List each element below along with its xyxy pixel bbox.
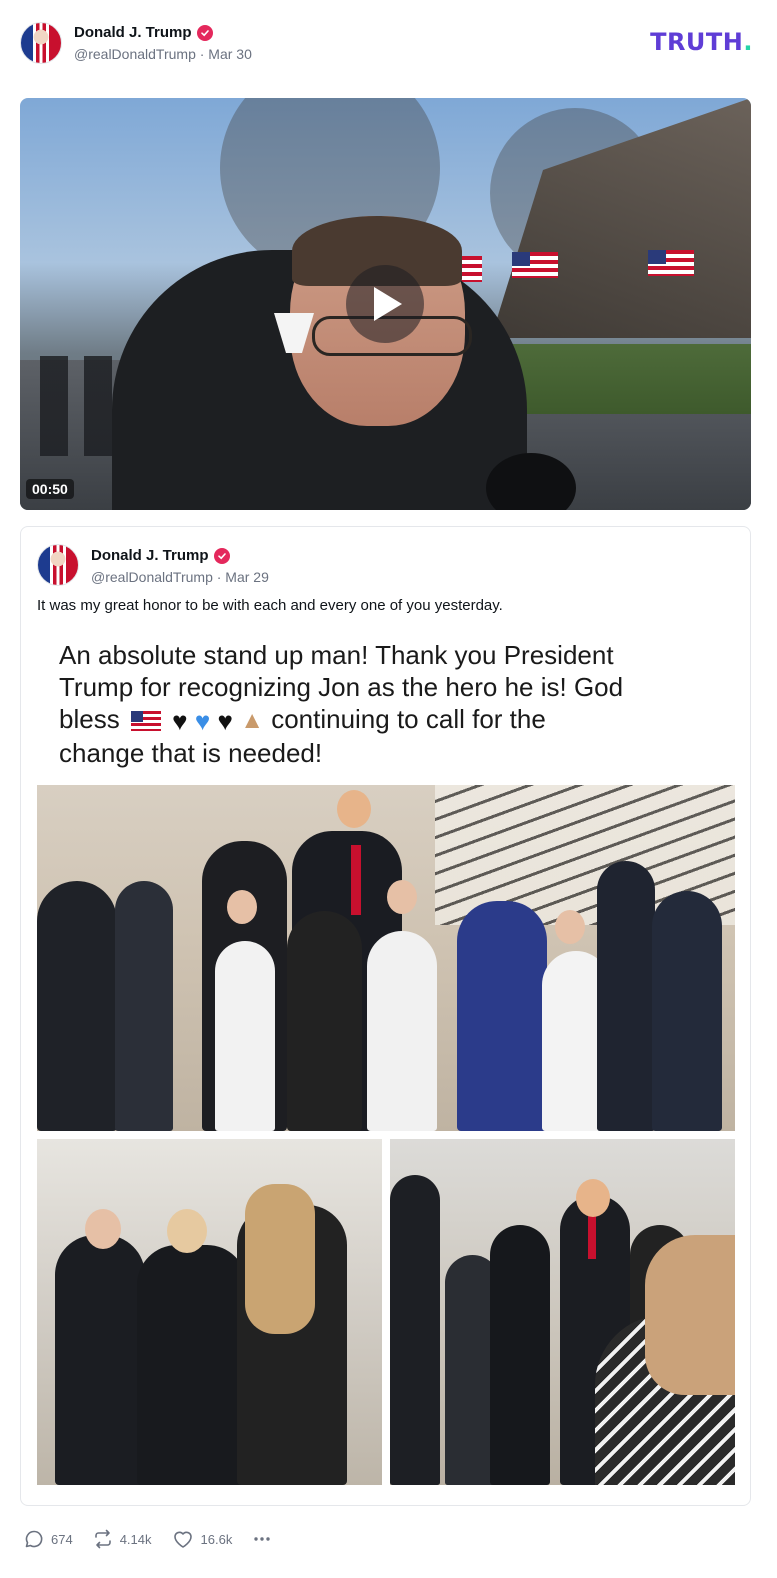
caption-words: continuing to call for the	[271, 704, 546, 734]
quoted-author-display-name[interactable]: Donald J. Trump	[91, 547, 209, 564]
child-white-shirt	[215, 941, 275, 1131]
child-blue-dress	[457, 901, 547, 1131]
like-button[interactable]: 16.6k	[172, 1529, 233, 1549]
retruth-count: 4.14k	[119, 1531, 152, 1547]
video-player[interactable]: 00:50	[20, 98, 751, 510]
quoted-author-avatar[interactable]	[37, 544, 79, 586]
person-head	[85, 1209, 121, 1249]
verified-badge-icon	[213, 547, 230, 564]
standing-person	[390, 1175, 440, 1485]
play-icon	[374, 287, 402, 321]
truth-social-logo[interactable]: TRUTH.	[650, 28, 753, 56]
retruth-icon	[94, 1529, 111, 1549]
person-head	[167, 1209, 207, 1253]
praying-hands-icon: ▲	[240, 707, 264, 735]
us-flag	[648, 250, 694, 276]
standing-person	[115, 881, 173, 1131]
person-head	[555, 910, 585, 944]
standing-person	[55, 1235, 145, 1485]
logo-dot: .	[743, 28, 753, 56]
post-actions: 674 4.14k 16.6k	[24, 1526, 272, 1552]
long-hair	[245, 1184, 315, 1334]
like-count: 16.6k	[200, 1531, 233, 1547]
greeting-photo	[390, 1139, 735, 1485]
author-handle-date[interactable]: @realDonaldTrump · Mar 30	[74, 46, 252, 62]
black-heart-icon: ♥	[172, 706, 188, 737]
person-head	[387, 880, 417, 914]
reply-count: 674	[51, 1531, 73, 1547]
blue-heart-icon: ♥	[194, 706, 211, 737]
caption-word: bless	[59, 704, 120, 734]
long-hair	[645, 1235, 735, 1395]
quoted-author-name-row: Donald J. Trump	[91, 547, 230, 564]
group-photo	[37, 785, 735, 1131]
caption-line-emoji: bless ♥ ♥ ♥ ▲ continuing to call for the	[59, 703, 699, 737]
person-head	[576, 1179, 610, 1217]
retruth-button[interactable]: 4.14k	[93, 1529, 152, 1549]
author-avatar[interactable]	[20, 22, 62, 64]
standing-person	[490, 1225, 550, 1485]
child-dark-dress	[287, 911, 362, 1131]
person-head	[227, 890, 257, 924]
child-white-shirt	[367, 931, 437, 1131]
quoted-post-image[interactable]: An absolute stand up man! Thank you Pres…	[37, 625, 735, 1485]
reply-icon	[25, 1530, 43, 1548]
heart-icon	[173, 1531, 192, 1548]
us-flag-emoji-icon	[130, 711, 161, 732]
more-options-button[interactable]	[252, 1529, 272, 1549]
person-head	[337, 790, 371, 828]
more-icon	[254, 1537, 271, 1541]
embrace-photo	[37, 1139, 382, 1485]
quoted-author-handle-date[interactable]: @realDonaldTrump · Mar 29	[91, 569, 269, 585]
red-tie	[351, 845, 361, 915]
us-flag	[512, 252, 558, 278]
black-heart-icon: ♥	[217, 706, 233, 737]
hugging-people	[137, 1245, 247, 1485]
logo-text: TRUTH	[650, 28, 744, 56]
standing-person	[597, 861, 655, 1131]
quoted-post-text: It was my great honor to be with each an…	[37, 597, 503, 614]
image-caption: An absolute stand up man! Thank you Pres…	[59, 639, 699, 769]
reply-button[interactable]: 674	[24, 1529, 73, 1549]
caption-line: change that is needed!	[59, 738, 323, 769]
author-display-name[interactable]: Donald J. Trump	[74, 24, 192, 41]
play-button[interactable]	[346, 265, 424, 343]
post-header: Donald J. Trump @realDonaldTrump · Mar 3…	[20, 20, 757, 66]
author-name-row: Donald J. Trump	[74, 24, 213, 41]
verified-badge-icon	[196, 24, 213, 41]
caption-line: An absolute stand up man! Thank you Pres…	[59, 640, 614, 670]
video-duration: 00:50	[26, 479, 74, 499]
caption-line: Trump for recognizing Jon as the hero he…	[59, 672, 624, 702]
standing-person	[37, 881, 117, 1131]
quoted-post[interactable]: Donald J. Trump @realDonaldTrump · Mar 2…	[20, 526, 751, 1506]
standing-person	[652, 891, 722, 1131]
